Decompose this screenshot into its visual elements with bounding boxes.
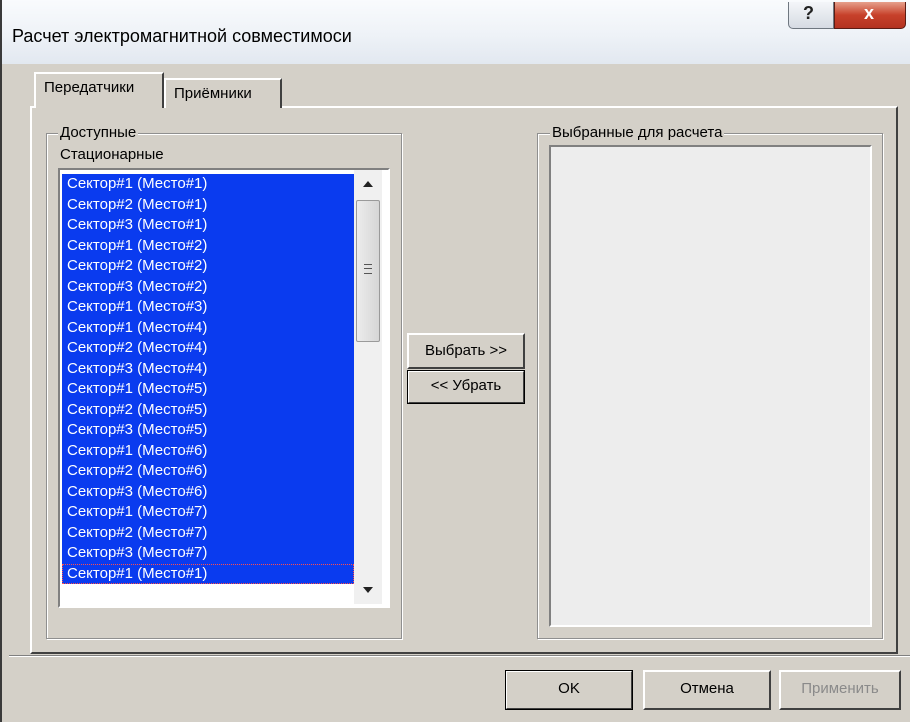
- title-bar[interactable]: Расчет электромагнитной совместимоси: [2, 0, 910, 64]
- close-button[interactable]: x: [834, 2, 906, 29]
- help-button[interactable]: ?: [788, 2, 834, 29]
- help-icon: ?: [803, 3, 814, 23]
- tab-transmitters[interactable]: Передатчики: [34, 72, 164, 108]
- apply-button[interactable]: Применить: [779, 670, 901, 710]
- divider: [9, 655, 910, 657]
- cancel-button[interactable]: Отмена: [643, 670, 771, 710]
- tab-receivers[interactable]: Приёмники: [164, 78, 282, 108]
- close-icon: x: [864, 3, 875, 23]
- window-title: Расчет электромагнитной совместимоси: [12, 26, 352, 46]
- ok-button[interactable]: OK: [505, 670, 633, 710]
- tab-panel: [30, 106, 898, 654]
